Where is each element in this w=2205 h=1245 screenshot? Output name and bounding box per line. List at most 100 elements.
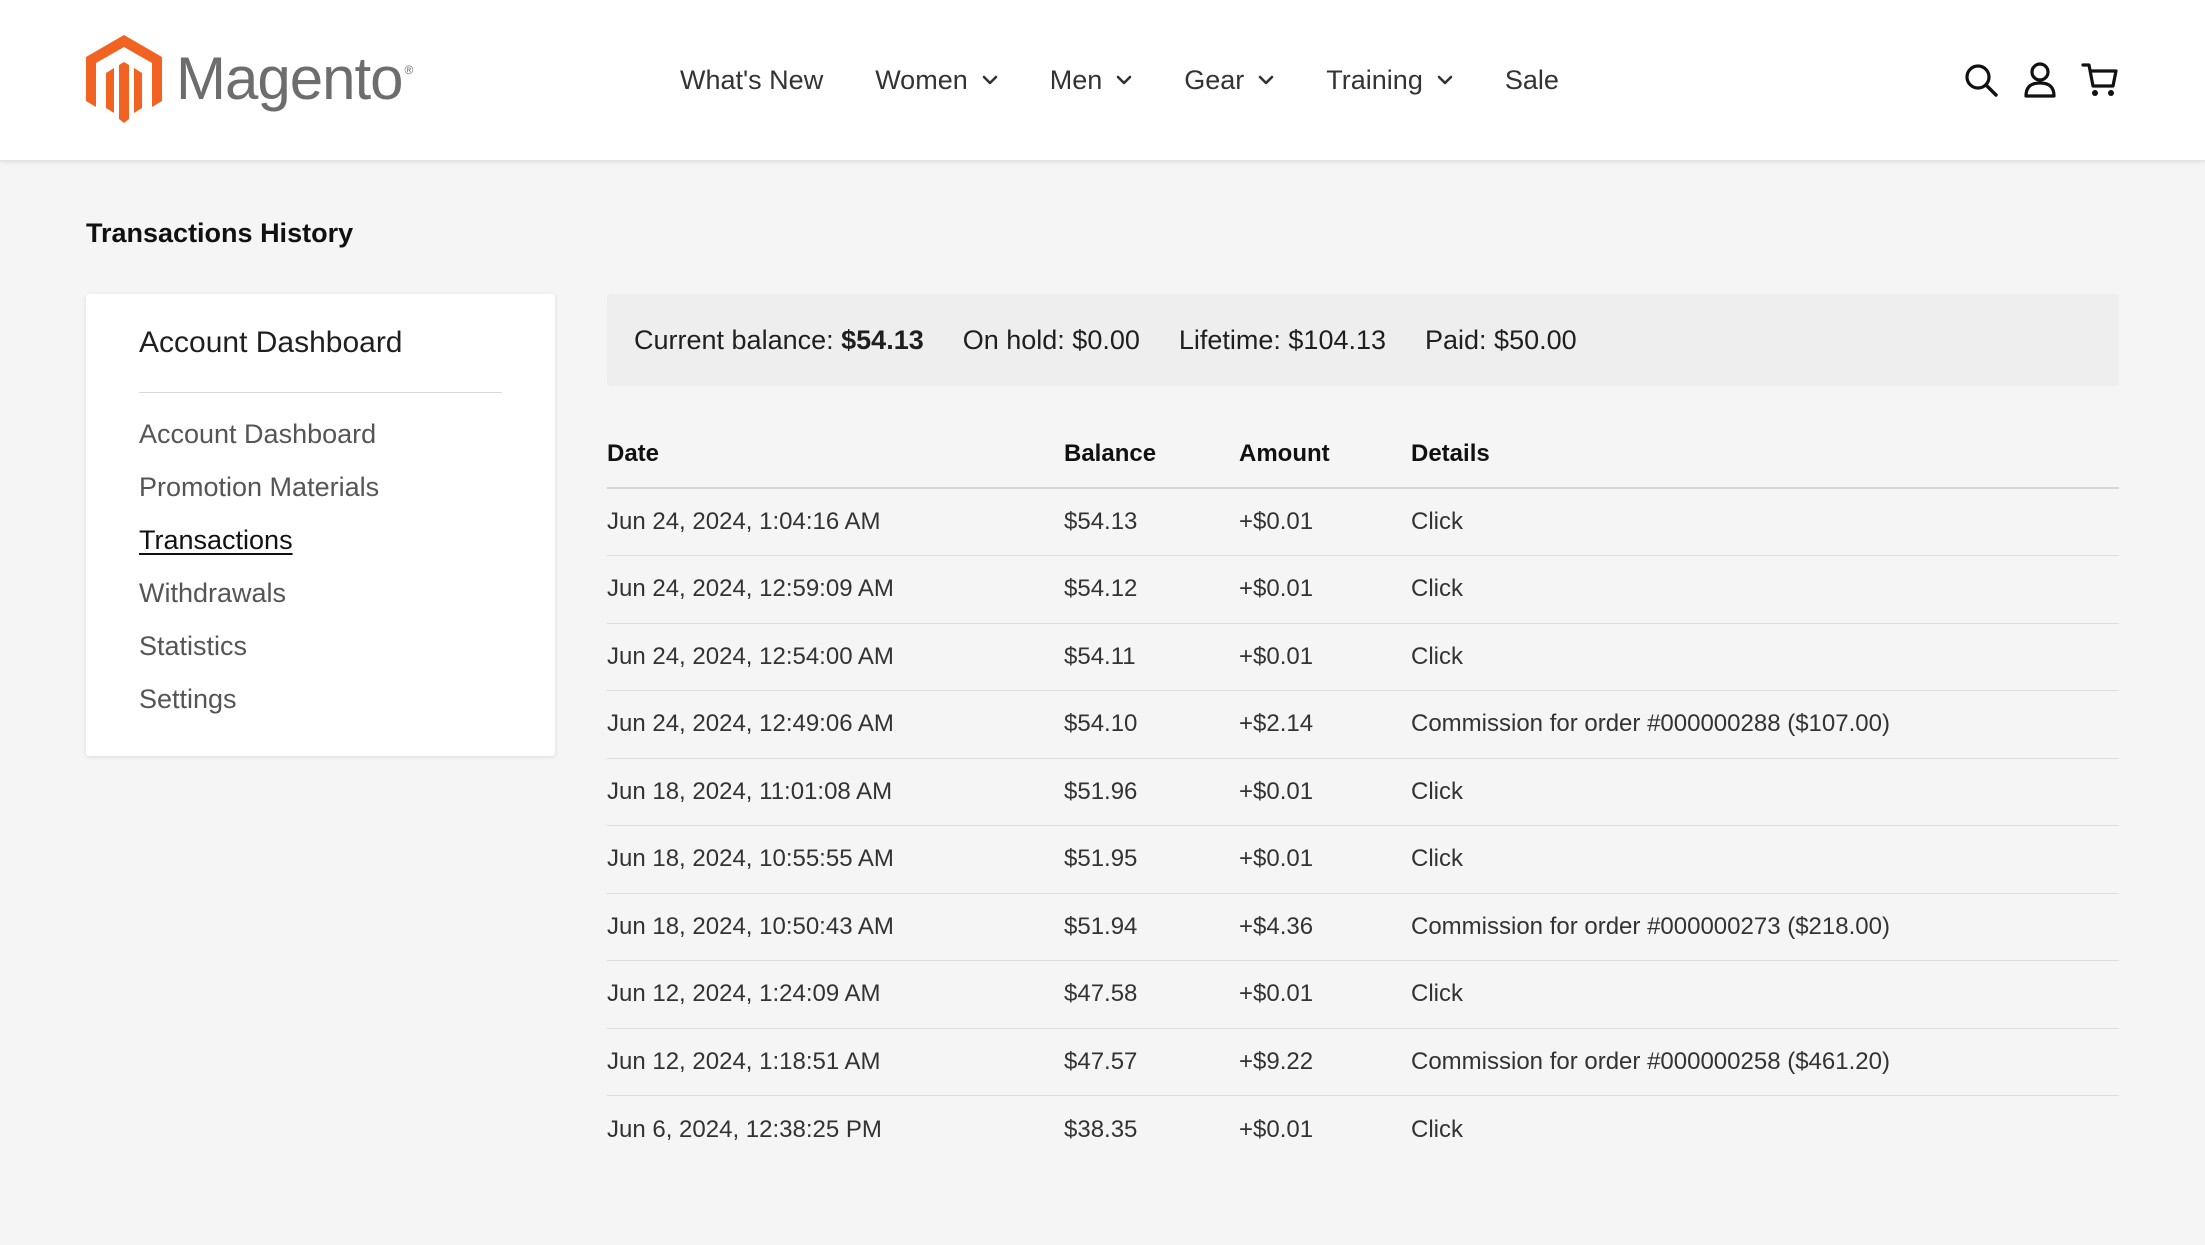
current-balance-value: $54.13 — [841, 324, 924, 355]
chevron-down-icon — [1258, 75, 1274, 85]
current-balance: Current balance: $54.13 — [634, 325, 924, 356]
sidebar-item-statistics[interactable]: Statistics — [139, 630, 379, 683]
nav-item-sale[interactable]: Sale — [1505, 65, 1559, 96]
cell-date: Jun 12, 2024, 1:24:09 AM — [607, 960, 1064, 1029]
table-header-row: Date Balance Amount Details — [607, 420, 2119, 489]
column-header-amount: Amount — [1239, 420, 1411, 489]
sidebar-item-settings[interactable]: Settings — [139, 683, 379, 736]
paid-balance: Paid: $50.00 — [1425, 324, 1577, 355]
sidebar-item-account-dashboard[interactable]: Account Dashboard — [139, 418, 379, 471]
cell-details: Click — [1411, 623, 2119, 691]
nav-item-training[interactable]: Training — [1326, 65, 1453, 96]
main-nav: What's New Women Men Gear Training Sale — [680, 56, 1611, 104]
table-row: Jun 24, 2024, 1:04:16 AM $54.13 +$0.01 C… — [607, 488, 2119, 556]
table-row: Jun 12, 2024, 1:24:09 AM $47.58 +$0.01 C… — [607, 960, 2119, 1029]
cell-details: Click — [1411, 825, 2119, 894]
magento-logo[interactable]: Magento ® — [86, 35, 413, 123]
cell-balance: $38.35 — [1064, 1115, 1138, 1143]
search-icon[interactable] — [1963, 62, 1999, 98]
sidebar-item-promotion-materials[interactable]: Promotion Materials — [139, 471, 379, 524]
account-icon[interactable] — [2023, 62, 2057, 98]
on-hold-balance: On hold: $0.00 — [962, 324, 1140, 355]
cell-balance: $54.13 — [1064, 488, 1239, 556]
table-row: Jun 18, 2024, 11:01:08 AM $51.96 +$0.01 … — [607, 758, 2119, 826]
magento-logo-icon — [86, 35, 162, 123]
cell-balance: $47.57 — [1064, 1028, 1239, 1096]
cell-balance: $51.96 — [1064, 758, 1239, 826]
cell-details: Click — [1411, 488, 2119, 556]
cell-amount: +$0.01 — [1239, 960, 1411, 1029]
cell-balance: $47.58 — [1064, 960, 1239, 1029]
balance-summary: Current balance: $54.13 On hold: $0.00 L… — [607, 294, 2119, 386]
cell-amount: +$9.22 — [1239, 1028, 1411, 1096]
cell-amount: +$0.01 — [1239, 555, 1411, 624]
transactions-table: Date Balance Amount Details Jun 24, 2024… — [607, 420, 2119, 1163]
cell-date: Jun 18, 2024, 10:55:55 AM — [607, 825, 1064, 894]
cell-date: Jun 24, 2024, 12:59:09 AM — [607, 555, 1064, 624]
cell-date: Jun 12, 2024, 1:18:51 AM — [607, 1028, 1064, 1096]
cell-date: Jun 24, 2024, 12:54:00 AM — [607, 623, 1064, 691]
cart-icon[interactable] — [2081, 62, 2119, 98]
column-header-date: Date — [607, 420, 1064, 489]
nav-item-label: Women — [875, 64, 968, 95]
cell-amount: +$0.01 — [1239, 488, 1411, 556]
chevron-down-icon — [1437, 75, 1453, 85]
table-row: Jun 6, 2024, 12:38:25 PM $38.35 +$0.01 C… — [607, 1096, 2119, 1164]
chevron-down-icon — [982, 75, 998, 85]
cell-date: Jun 18, 2024, 10:50:43 AM — [607, 893, 1064, 961]
table-row: Jun 18, 2024, 10:50:43 AM $51.94 +$4.36 … — [607, 893, 2119, 961]
cell-amount: +$0.01 — [1239, 825, 1411, 894]
chevron-down-icon — [1116, 75, 1132, 85]
nav-item-label: Men — [1049, 64, 1103, 95]
table-row: Jun 12, 2024, 1:18:51 AM $47.57 +$9.22 C… — [607, 1028, 2119, 1096]
header-actions — [1939, 58, 2119, 102]
table-row: Jun 24, 2024, 12:49:06 AM $54.10 +$2.14 … — [607, 690, 2119, 759]
nav-item-men[interactable]: Men — [1050, 65, 1133, 96]
cell-balance: $51.94 — [1064, 893, 1239, 961]
cell-details: Click — [1411, 960, 2119, 1029]
account-sidebar: Account Dashboard Account Dashboard Prom… — [86, 294, 555, 756]
cell-date: Jun 24, 2024, 1:04:16 AM — [607, 488, 1064, 556]
cell-date: Jun 18, 2024, 11:01:08 AM — [607, 758, 1064, 826]
lifetime-balance: Lifetime: $104.13 — [1178, 324, 1387, 355]
site-header: Magento ® What's New Women Men Gear Trai… — [0, 0, 2205, 161]
sidebar-item-withdrawals[interactable]: Withdrawals — [139, 577, 379, 630]
cell-amount: +$2.14 — [1239, 690, 1411, 759]
cell-details: Commission for order #000000258 ($461.20… — [1411, 1028, 2119, 1096]
brand-name: Magento — [176, 45, 403, 112]
cell-amount: +$0.01 — [1239, 1115, 1314, 1143]
cell-date: Jun 24, 2024, 12:49:06 AM — [607, 690, 1064, 759]
table-row: Jun 24, 2024, 12:54:00 AM $54.11 +$0.01 … — [607, 623, 2119, 691]
sidebar-item-transactions[interactable]: Transactions — [139, 524, 379, 577]
cell-balance: $54.11 — [1064, 623, 1239, 691]
nav-item-gear[interactable]: Gear — [1184, 65, 1274, 96]
sidebar-divider — [139, 392, 502, 393]
cell-date: Jun 6, 2024, 12:38:25 PM — [607, 1115, 882, 1143]
cell-details: Commission for order #000000273 ($218.00… — [1411, 893, 2119, 961]
current-balance-label: Current balance: — [634, 324, 834, 355]
sidebar-title: Account Dashboard — [139, 326, 403, 359]
column-header-balance: Balance — [1064, 420, 1239, 489]
cell-balance: $54.10 — [1064, 690, 1239, 759]
cell-details: Click — [1411, 758, 2119, 826]
cell-balance: $54.12 — [1064, 555, 1239, 624]
nav-item-label: What's New — [680, 64, 824, 95]
cell-balance: $51.95 — [1064, 825, 1239, 894]
table-row: Jun 24, 2024, 12:59:09 AM $54.12 +$0.01 … — [607, 555, 2119, 624]
nav-item-whats-new[interactable]: What's New — [680, 65, 823, 96]
cell-amount: +$0.01 — [1239, 623, 1411, 691]
cell-amount: +$4.36 — [1239, 893, 1411, 961]
cell-details: Click — [1411, 555, 2119, 624]
column-header-details: Details — [1411, 420, 2119, 489]
sidebar-menu: Account Dashboard Promotion Materials Tr… — [139, 418, 379, 736]
nav-item-label: Gear — [1184, 64, 1245, 95]
cell-details: Click — [1411, 1115, 1463, 1143]
nav-item-women[interactable]: Women — [875, 65, 998, 96]
page-title: Transactions History — [86, 218, 354, 248]
cell-details: Commission for order #000000288 ($107.00… — [1411, 690, 2119, 759]
cell-amount: +$0.01 — [1239, 758, 1411, 826]
registered-mark: ® — [404, 63, 414, 77]
nav-item-label: Sale — [1504, 64, 1559, 95]
nav-item-label: Training — [1326, 64, 1423, 95]
table-row: Jun 18, 2024, 10:55:55 AM $51.95 +$0.01 … — [607, 825, 2119, 894]
